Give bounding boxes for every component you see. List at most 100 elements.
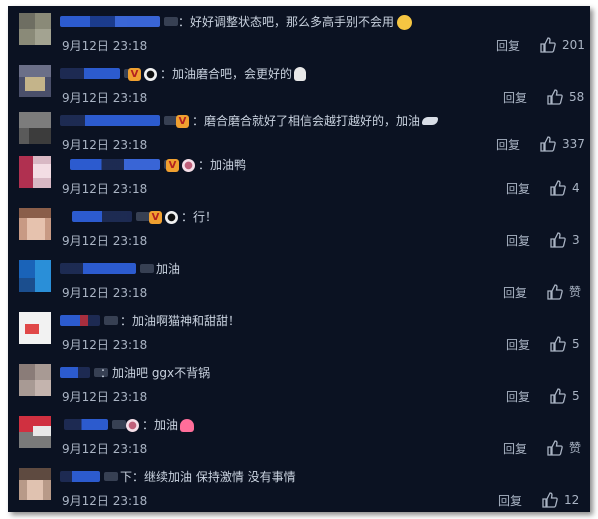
- reply-button[interactable]: 回复: [506, 234, 530, 248]
- comment-item: V ● ：加油磨合吧，会更好的 9月12日 23:18 回复 58: [8, 58, 590, 110]
- comment-text-row: V ● ：加油磨合吧，会更好的: [128, 65, 307, 83]
- reply-button[interactable]: 回复: [506, 338, 530, 352]
- comment-text-row: ● ：加油: [126, 416, 195, 434]
- avatar[interactable]: [19, 112, 51, 144]
- vip-badge-icon: V: [176, 114, 189, 128]
- avatar[interactable]: [19, 416, 51, 448]
- username[interactable]: [60, 315, 118, 326]
- thumbs-up-icon: [550, 232, 566, 248]
- avatar[interactable]: [19, 156, 51, 188]
- like-button[interactable]: 赞: [547, 440, 581, 456]
- comment-time: 9月12日 23:18: [62, 442, 148, 456]
- thumbs-up-icon: [550, 180, 566, 196]
- avatar[interactable]: [19, 13, 51, 45]
- like-count: 3: [572, 233, 580, 247]
- like-count: 58: [569, 90, 585, 104]
- hand-gesture-icon: [294, 67, 307, 81]
- comment-time: 9月12日 23:18: [62, 494, 148, 508]
- username[interactable]: [60, 471, 118, 482]
- thumbs-up-icon: [550, 336, 566, 352]
- comment-text-row: V ● ：加油鸭: [166, 156, 246, 174]
- panda-badge-icon: ●: [165, 210, 178, 224]
- reply-button[interactable]: 回复: [503, 286, 527, 300]
- comment-time: 9月12日 23:18: [62, 182, 148, 196]
- username[interactable]: [60, 367, 108, 378]
- comment-text-row: ：加油啊猫神和甜甜！: [120, 312, 240, 330]
- vip-badge-icon: V: [149, 210, 162, 224]
- comment-text: 下：继续加油 保持激情 没有事情: [120, 470, 296, 484]
- like-count: 5: [572, 389, 580, 403]
- avatar[interactable]: [19, 468, 51, 500]
- comment-text-row: 加油: [156, 260, 180, 278]
- like-button[interactable]: 58: [547, 89, 584, 105]
- comment-item: ：加油吧 ggx不背锅 9月12日 23:18 回复 5: [8, 357, 590, 409]
- comment-text: ：加油磨合吧，会更好的: [160, 67, 293, 81]
- comment-text: ：加油啊猫神和甜甜！: [120, 314, 241, 328]
- comment-item: ：加油啊猫神和甜甜！ 9月12日 23:18 回复 5: [8, 305, 590, 357]
- comment-text: ：加油鸭: [198, 158, 247, 172]
- comment-time: 9月12日 23:18: [62, 234, 148, 248]
- thumbs-up-icon: [540, 37, 556, 53]
- avatar[interactable]: [19, 260, 51, 292]
- thumbs-up-icon: [547, 440, 563, 456]
- like-count: 12: [564, 493, 580, 507]
- comment-text: 加油: [156, 262, 181, 276]
- comment-list: ：好好调整状态吧，那么多高手别不会用 9月12日 23:18 回复 201 V …: [8, 6, 590, 512]
- comment-item: ：好好调整状态吧，那么多高手别不会用 9月12日 23:18 回复 201: [8, 6, 590, 58]
- comment-text-row: V ：磨合磨合就好了相信会越打越好的，加油: [176, 112, 439, 130]
- username[interactable]: [72, 211, 150, 222]
- reply-button[interactable]: 回复: [496, 39, 520, 53]
- thumbs-up-icon: [547, 284, 563, 300]
- comment-time: 9月12日 23:18: [62, 39, 148, 53]
- like-button[interactable]: 12: [542, 492, 579, 508]
- thumbs-up-icon: [542, 492, 558, 508]
- comment-time: 9月12日 23:18: [62, 286, 148, 300]
- thinking-face-icon: [397, 14, 413, 30]
- like-button[interactable]: 5: [550, 336, 580, 352]
- bunny-badge-icon: ●: [182, 158, 195, 172]
- username[interactable]: [70, 159, 178, 170]
- comment-text-row: ：好好调整状态吧，那么多高手别不会用: [178, 13, 413, 31]
- username[interactable]: [60, 263, 154, 274]
- comment-text-row: V ● ：行！: [149, 208, 217, 226]
- comment-item: 下：继续加油 保持激情 没有事情 9月12日 23:18 回复 12: [8, 461, 590, 512]
- avatar[interactable]: [19, 364, 51, 396]
- comment-text-row: 下：继续加油 保持激情 没有事情: [120, 468, 296, 486]
- comment-text: ：好好调整状态吧，那么多高手别不会用: [178, 15, 395, 29]
- comment-text: ：加油吧 ggx不背锅: [100, 366, 211, 380]
- reply-button[interactable]: 回复: [498, 494, 522, 508]
- thumbs-up-icon: [550, 388, 566, 404]
- like-button[interactable]: 赞: [547, 284, 581, 300]
- reply-button[interactable]: 回复: [506, 182, 530, 196]
- like-button[interactable]: 4: [550, 180, 580, 196]
- reply-button[interactable]: 回复: [503, 91, 527, 105]
- comment-text-row: ：加油吧 ggx不背锅: [100, 364, 210, 382]
- like-button[interactable]: 5: [550, 388, 580, 404]
- comment-text: ：加油: [142, 418, 179, 432]
- like-count: 201: [562, 38, 585, 52]
- username[interactable]: [60, 68, 138, 79]
- reply-button[interactable]: 回复: [506, 390, 530, 404]
- comment-time: 9月12日 23:18: [62, 338, 148, 352]
- avatar[interactable]: [19, 208, 51, 240]
- username[interactable]: [60, 115, 178, 126]
- username[interactable]: [64, 419, 126, 430]
- muscle-arm-icon: [422, 117, 439, 125]
- comment-text: ：磨合磨合就好了相信会越打越好的，加油: [192, 114, 421, 128]
- like-count: 赞: [569, 441, 582, 455]
- vip-badge-icon: V: [166, 158, 179, 172]
- username[interactable]: [60, 16, 178, 27]
- reply-button[interactable]: 回复: [503, 442, 527, 456]
- like-button[interactable]: 201: [540, 37, 585, 53]
- comment-text: ：行！: [181, 210, 218, 224]
- like-count: 5: [572, 337, 580, 351]
- comment-item: V ● ：加油鸭 9月12日 23:18 回复 4: [8, 149, 590, 201]
- vip-badge-icon: V: [128, 67, 141, 81]
- comment-item: V ● ：行！ 9月12日 23:18 回复 3: [8, 201, 590, 253]
- like-button[interactable]: 3: [550, 232, 580, 248]
- avatar[interactable]: [19, 65, 51, 97]
- comment-item: 加油 9月12日 23:18 回复 赞: [8, 253, 590, 305]
- avatar[interactable]: [19, 312, 51, 344]
- like-count: 4: [572, 181, 580, 195]
- bunny-badge-icon: ●: [126, 418, 139, 432]
